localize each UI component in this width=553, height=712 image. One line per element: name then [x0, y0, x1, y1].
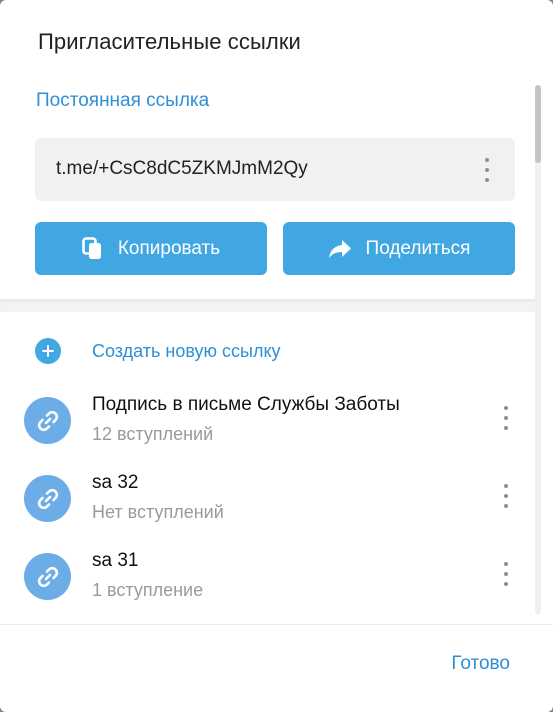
invite-link-title: sa 32	[92, 472, 139, 493]
link-icon	[24, 475, 71, 522]
more-vertical-icon[interactable]	[503, 406, 509, 430]
invite-link-title: sa 31	[92, 550, 139, 571]
invite-link-row[interactable]: Подпись в письме Службы Заботы 12 вступл…	[0, 380, 537, 456]
invite-link-joins: Нет вступлений	[92, 502, 224, 522]
invite-link-title: Подпись в письме Службы Заботы	[92, 394, 400, 415]
permanent-link-field[interactable]: t.me/+CsC8dC5ZKMJmM2Qy	[35, 138, 515, 201]
invite-links-dialog: Пригласительные ссылки Постоянная ссылка…	[0, 0, 553, 712]
link-icon	[24, 553, 71, 600]
invite-link-joins: 1 вступление	[92, 580, 204, 600]
more-vertical-icon[interactable]	[503, 562, 509, 586]
section-divider	[0, 299, 537, 312]
copy-icon	[82, 236, 104, 261]
share-icon	[328, 239, 352, 259]
copy-button[interactable]: Копировать	[35, 222, 267, 275]
share-button-label: Поделиться	[365, 237, 471, 259]
invite-link-joins: 12 вступлений	[92, 424, 214, 444]
footer-divider	[0, 624, 553, 625]
invite-link-row[interactable]: sa 32 Нет вступлений	[0, 458, 537, 534]
scrollbar-thumb[interactable]	[535, 85, 541, 163]
link-icon	[24, 397, 71, 444]
more-vertical-icon[interactable]	[503, 484, 509, 508]
copy-button-label: Копировать	[117, 237, 221, 259]
invite-link-row[interactable]: sa 31 1 вступление	[0, 536, 537, 612]
plus-circle-icon	[35, 338, 61, 364]
permanent-link-text[interactable]: t.me/+CsC8dC5ZKMJmM2Qy	[56, 158, 308, 180]
done-button[interactable]: Готово	[451, 653, 510, 675]
dialog-title: Пригласительные ссылки	[38, 29, 301, 54]
scrollbar[interactable]	[535, 85, 541, 615]
more-vertical-icon[interactable]	[484, 158, 490, 182]
share-button[interactable]: Поделиться	[283, 222, 515, 275]
permanent-link-heading: Постоянная ссылка	[36, 90, 210, 111]
create-new-link-label: Создать новую ссылку	[92, 340, 281, 361]
create-new-link-button[interactable]: Создать новую ссылку	[35, 338, 281, 364]
